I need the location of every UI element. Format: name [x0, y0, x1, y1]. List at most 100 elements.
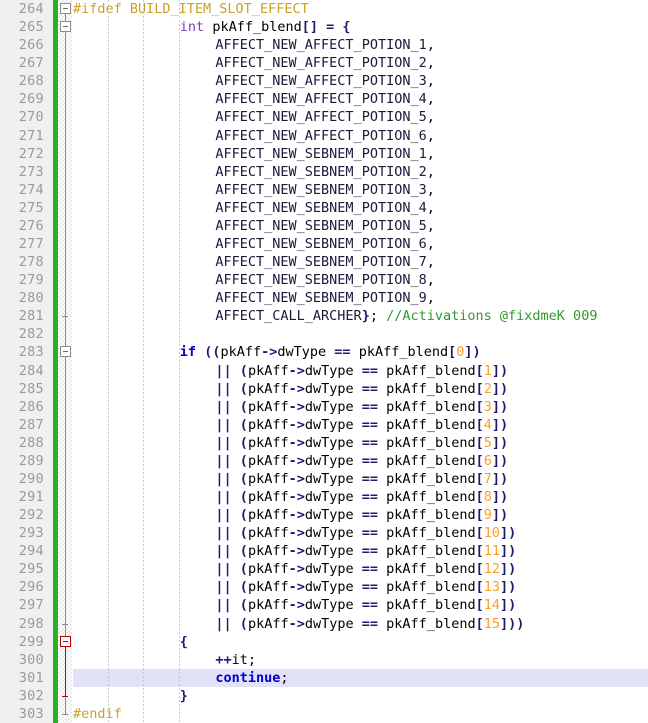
code-line[interactable]: 265 int pkAff_blend[] = { — [0, 18, 648, 36]
code-text[interactable]: continue; — [215, 669, 288, 687]
token-op: -> — [288, 597, 305, 614]
code-text[interactable]: AFFECT_NEW_AFFECT_POTION_2, — [215, 54, 434, 72]
token-kw: int — [179, 19, 205, 36]
code-text[interactable]: AFFECT_NEW_AFFECT_POTION_4, — [215, 90, 434, 108]
code-text[interactable]: AFFECT_NEW_AFFECT_POTION_5, — [215, 108, 434, 126]
code-text[interactable]: AFFECT_NEW_AFFECT_POTION_1, — [215, 36, 434, 54]
code-text[interactable]: || (pkAff->dwType == pkAff_blend[8]) — [215, 488, 508, 506]
code-text[interactable]: || (pkAff->dwType == pkAff_blend[13]) — [215, 578, 516, 596]
code-text[interactable]: #endif — [73, 705, 122, 723]
code-text[interactable]: { — [180, 633, 188, 651]
code-text[interactable]: AFFECT_NEW_SEBNEM_POTION_1, — [215, 145, 434, 163]
code-editor[interactable]: 264 #ifdef BUILD_ITEM_SLOT_EFFECT 265 int p… — [0, 0, 648, 723]
token-op: { — [342, 19, 351, 36]
code-text[interactable]: int pkAff_blend[] = { — [180, 18, 351, 36]
code-line[interactable]: 278 AFFECT_NEW_SEBNEM_POTION_7, — [0, 253, 648, 271]
code-text[interactable]: || (pkAff->dwType == pkAff_blend[12]) — [215, 560, 516, 578]
code-text[interactable]: || (pkAff->dwType == pkAff_blend[4]) — [215, 416, 508, 434]
token-num: 7 — [483, 470, 492, 487]
code-line[interactable]: 300 ++it; — [0, 651, 648, 669]
token-plain: , — [426, 145, 435, 162]
code-text[interactable]: AFFECT_NEW_SEBNEM_POTION_5, — [215, 217, 434, 235]
line-number: 286 — [18, 398, 44, 415]
code-text[interactable]: || (pkAff->dwType == pkAff_blend[7]) — [215, 470, 508, 488]
code-line[interactable]: 277 AFFECT_NEW_SEBNEM_POTION_6, — [0, 235, 648, 253]
token-num: 6 — [483, 452, 492, 469]
code-text[interactable]: } — [180, 687, 188, 705]
code-text[interactable]: AFFECT_NEW_SEBNEM_POTION_6, — [215, 235, 434, 253]
code-line[interactable]: 275 AFFECT_NEW_SEBNEM_POTION_4, — [0, 199, 648, 217]
code-line[interactable]: 276 AFFECT_NEW_SEBNEM_POTION_5, — [0, 217, 648, 235]
line-number: 273 — [18, 163, 44, 180]
code-line-current[interactable]: 301 continue; — [0, 668, 648, 687]
code-line[interactable]: 274 AFFECT_NEW_SEBNEM_POTION_3, — [0, 181, 648, 199]
code-line[interactable]: 280 AFFECT_NEW_SEBNEM_POTION_9, — [0, 289, 648, 307]
code-text[interactable]: || (pkAff->dwType == pkAff_blend[3]) — [215, 398, 508, 416]
code-line[interactable]: 286 || (pkAff->dwType == pkAff_blend[3]) — [0, 398, 648, 416]
code-text[interactable]: || (pkAff->dwType == pkAff_blend[15])) — [215, 615, 524, 633]
code-line[interactable]: 291 || (pkAff->dwType == pkAff_blend[8]) — [0, 488, 648, 506]
code-line[interactable]: 299 { — [0, 633, 648, 651]
code-text[interactable]: || (pkAff->dwType == pkAff_blend[1]) — [215, 362, 508, 380]
code-line[interactable]: 264 #ifdef BUILD_ITEM_SLOT_EFFECT — [0, 0, 648, 18]
code-line[interactable]: 268 AFFECT_NEW_AFFECT_POTION_3, — [0, 72, 648, 90]
code-line[interactable]: 287 || (pkAff->dwType == pkAff_blend[4]) — [0, 416, 648, 434]
code-line[interactable]: 298 || (pkAff->dwType == pkAff_blend[15])… — [0, 615, 648, 633]
code-line[interactable]: 282 — [0, 325, 648, 343]
code-line[interactable]: 283 if ((pkAff->dwType == pkAff_blend[0]) — [0, 343, 648, 361]
code-line[interactable]: 302} — [0, 687, 648, 705]
code-line[interactable]: 284 || (pkAff->dwType == pkAff_blend[1]) — [0, 362, 648, 380]
token-op: ]) — [499, 561, 517, 578]
token-plain: , — [426, 37, 435, 54]
code-text[interactable]: AFFECT_NEW_AFFECT_POTION_3, — [215, 72, 434, 90]
token-op: || — [215, 416, 232, 433]
code-text[interactable]: || (pkAff->dwType == pkAff_blend[5]) — [215, 434, 508, 452]
code-line[interactable]: 289 || (pkAff->dwType == pkAff_blend[6]) — [0, 452, 648, 470]
code-line[interactable]: 272 AFFECT_NEW_SEBNEM_POTION_1, — [0, 145, 648, 163]
code-line[interactable]: 285 || (pkAff->dwType == pkAff_blend[2]) — [0, 380, 648, 398]
code-text[interactable]: AFFECT_NEW_SEBNEM_POTION_3, — [215, 181, 434, 199]
code-text[interactable]: AFFECT_NEW_AFFECT_POTION_6, — [215, 127, 434, 145]
code-line[interactable]: 279 AFFECT_NEW_SEBNEM_POTION_8, — [0, 271, 648, 289]
code-line[interactable]: 271 AFFECT_NEW_AFFECT_POTION_6, — [0, 127, 648, 145]
code-line[interactable]: 303 #endif — [0, 705, 648, 723]
code-line[interactable]: 273 AFFECT_NEW_SEBNEM_POTION_2, — [0, 163, 648, 181]
code-line[interactable]: 297 || (pkAff->dwType == pkAff_blend[14]) — [0, 596, 648, 614]
code-line[interactable]: 292 || (pkAff->dwType == pkAff_blend[9]) — [0, 506, 648, 524]
token-op: || — [215, 579, 232, 596]
code-line[interactable]: 281 AFFECT_CALL_ARCHER}; //Activations @f… — [0, 307, 648, 325]
token-op: == — [361, 507, 379, 524]
code-text[interactable]: ++it; — [215, 651, 256, 669]
code-text[interactable]: || (pkAff->dwType == pkAff_blend[9]) — [215, 506, 508, 524]
code-line[interactable]: 294 || (pkAff->dwType == pkAff_blend[11]) — [0, 542, 648, 560]
token-op: == — [361, 489, 379, 506]
code-line[interactable]: 267 AFFECT_NEW_AFFECT_POTION_2, — [0, 54, 648, 72]
token-id: pkAff — [247, 561, 289, 578]
code-line[interactable]: 296 || (pkAff->dwType == pkAff_blend[13]) — [0, 578, 648, 596]
code-text[interactable]: if ((pkAff->dwType == pkAff_blend[0]) — [180, 343, 481, 361]
code-text[interactable]: AFFECT_NEW_SEBNEM_POTION_7, — [215, 253, 434, 271]
code-line[interactable]: 295 || (pkAff->dwType == pkAff_blend[12]) — [0, 560, 648, 578]
code-text[interactable]: || (pkAff->dwType == pkAff_blend[11]) — [215, 542, 516, 560]
code-text[interactable]: AFFECT_NEW_SEBNEM_POTION_4, — [215, 199, 434, 217]
code-line[interactable]: 270 AFFECT_NEW_AFFECT_POTION_5, — [0, 108, 648, 126]
code-text[interactable]: AFFECT_CALL_ARCHER}; //Activations @fixd… — [215, 307, 597, 325]
code-line[interactable]: 290 || (pkAff->dwType == pkAff_blend[7]) — [0, 470, 648, 488]
code-line[interactable]: 293 || (pkAff->dwType == pkAff_blend[10]) — [0, 524, 648, 542]
token-id: pkAff_blend — [386, 416, 476, 433]
code-text[interactable]: AFFECT_NEW_SEBNEM_POTION_9, — [215, 289, 434, 307]
code-text[interactable]: AFFECT_NEW_SEBNEM_POTION_8, — [215, 271, 434, 289]
token-op: ]) — [499, 579, 517, 596]
code-text[interactable]: || (pkAff->dwType == pkAff_blend[14]) — [215, 596, 516, 614]
code-text[interactable]: AFFECT_NEW_SEBNEM_POTION_2, — [215, 163, 434, 181]
code-line[interactable]: 288 || (pkAff->dwType == pkAff_blend[5]) — [0, 434, 648, 452]
code-line[interactable]: 269 AFFECT_NEW_AFFECT_POTION_4, — [0, 90, 648, 108]
code-text[interactable]: || (pkAff->dwType == pkAff_blend[6]) — [215, 452, 508, 470]
code-text[interactable]: || (pkAff->dwType == pkAff_blend[10]) — [215, 524, 516, 542]
code-text[interactable]: || (pkAff->dwType == pkAff_blend[2]) — [215, 380, 508, 398]
code-line[interactable]: 266 AFFECT_NEW_AFFECT_POTION_1, — [0, 36, 648, 54]
